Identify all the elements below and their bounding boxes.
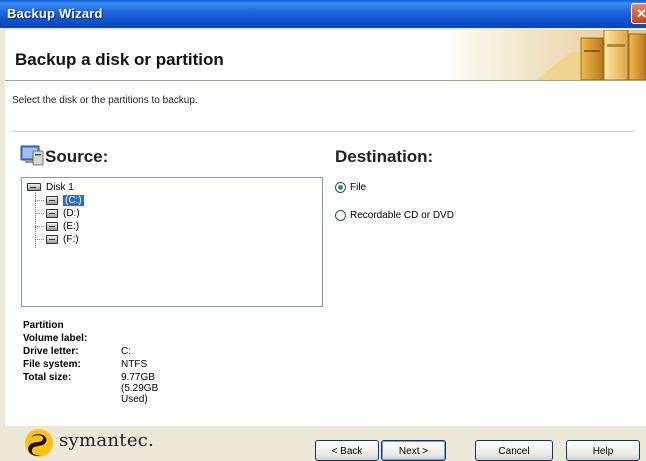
total-size-value: 9.77GB (5.29GB Used) [121,372,159,405]
destination-heading: Destination: [335,147,434,166]
radio-button-unchecked[interactable] [335,210,346,221]
tree-item-partition-f[interactable]: (F:) [46,232,79,246]
radio-button-checked[interactable] [335,182,346,193]
file-system-value: NTFS [121,359,148,370]
partition-label: (F:) [63,233,79,245]
wizard-header: Backup a disk or partition [5,30,646,81]
drive-letter-key: Drive letter: [23,346,79,357]
tree-item-partition-d[interactable]: (D:) [46,206,80,220]
partition-label: (E:) [63,220,80,232]
hard-disk-icon [27,183,41,191]
title-bar: Backup Wizard ✕ [0,0,646,28]
destination-option-cd-dvd[interactable]: Recordable CD or DVD [335,210,454,221]
cancel-button[interactable]: Cancel [475,440,553,461]
tree-connector [35,213,44,214]
tree-connector [35,200,44,201]
header-graphic-icon [536,30,646,80]
tree-connector [35,226,44,227]
source-heading: Source: [45,147,109,166]
page-title: Backup a disk or partition [15,50,224,69]
drive-letter-value: C: [121,346,131,357]
wizard-footer: symantec. < Back Next > Cancel Help [0,426,646,461]
destination-option-file[interactable]: File [335,182,366,193]
option-label: File [350,182,367,193]
partition-icon [46,195,58,205]
source-tree[interactable]: Disk 1 (C:) (D:) (E:) (F:) [21,177,323,307]
file-system-key: File system: [23,359,81,370]
close-icon: ✕ [636,6,646,21]
tree-item-partition-c[interactable]: (C:) [46,193,84,207]
partition-label: (D:) [63,207,80,219]
window-title: Backup Wizard [7,6,103,21]
symantec-logo-icon [25,429,53,457]
main-panel: Select the disk or the partitions to bac… [5,81,646,426]
instructions-text: Select the disk or the partitions to bac… [12,95,198,106]
tree-connector [35,239,44,240]
next-button[interactable]: Next > [381,440,446,461]
tree-item-partition-e[interactable]: (E:) [46,219,79,233]
close-button[interactable]: ✕ [631,3,646,24]
tree-item-disk[interactable]: Disk 1 [27,180,74,194]
option-label: Recordable CD or DVD [350,210,454,221]
partition-icon [46,234,58,244]
volume-label-key: Volume label: [23,333,88,344]
divider [12,131,634,132]
partition-icon [46,221,58,231]
total-size-key: Total size: [23,372,72,383]
help-button[interactable]: Help [566,440,640,461]
disk-label: Disk 1 [46,181,74,193]
brand-name: symantec. [59,430,155,451]
partition-heading: Partition [23,320,64,331]
partition-icon [46,208,58,218]
back-button[interactable]: < Back [315,440,379,461]
computer-icon [20,145,44,166]
partition-label: (C:) [63,194,84,206]
